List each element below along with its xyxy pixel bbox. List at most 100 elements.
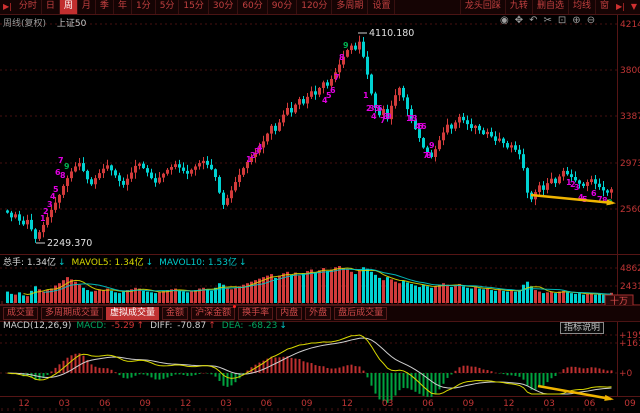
candlestick[interactable] [326, 82, 329, 85]
volume-bar[interactable] [94, 291, 97, 303]
tool-button-窗[interactable]: 窗 [595, 0, 613, 14]
volume-bar[interactable] [142, 291, 145, 303]
candlestick[interactable] [606, 190, 609, 192]
candlestick[interactable] [554, 179, 557, 183]
volume-bar[interactable] [598, 294, 601, 303]
volume-bar[interactable] [582, 295, 585, 303]
volume-bar[interactable] [482, 289, 485, 303]
volume-bar[interactable] [438, 285, 441, 303]
candlestick[interactable] [162, 174, 165, 178]
volume-bar[interactable] [326, 271, 329, 303]
candlestick[interactable] [346, 50, 349, 57]
candlestick[interactable] [110, 165, 113, 170]
candlestick[interactable] [566, 171, 569, 174]
candlestick[interactable] [482, 130, 485, 134]
candlestick[interactable] [102, 169, 105, 173]
volume-bar[interactable] [298, 276, 301, 303]
candlestick[interactable] [454, 122, 457, 128]
main-candlestick-chart[interactable]: 4214380033872973256048622431+195.4+161.4… [0, 0, 640, 413]
volume-bar[interactable] [6, 292, 9, 303]
volume-bar[interactable] [310, 270, 313, 303]
tab-金额[interactable]: 金额 [162, 307, 188, 320]
candlestick[interactable] [350, 46, 353, 50]
volume-bar[interactable] [90, 292, 93, 303]
period-tab-90分[interactable]: 90分 [268, 0, 297, 14]
volume-bar[interactable] [334, 267, 337, 303]
candlestick[interactable] [358, 42, 361, 50]
volume-bar[interactable] [178, 291, 181, 303]
period-tab-日[interactable]: 日 [42, 0, 60, 14]
volume-bar[interactable] [26, 296, 29, 303]
candlestick[interactable] [42, 225, 45, 232]
candlestick[interactable] [494, 136, 497, 140]
candlestick[interactable] [330, 79, 333, 86]
candlestick[interactable] [202, 161, 205, 163]
volume-bar[interactable] [470, 289, 473, 303]
candlestick[interactable] [302, 99, 305, 103]
volume-bar[interactable] [86, 290, 89, 303]
volume-bar[interactable] [458, 284, 461, 303]
volume-bar[interactable] [558, 292, 561, 303]
candlestick[interactable] [490, 132, 493, 136]
volume-bar[interactable] [478, 289, 481, 303]
candlestick[interactable] [86, 171, 89, 179]
indicator-help-button[interactable]: 指标说明 [560, 322, 604, 334]
tool-button-删自选[interactable]: 删自选 [532, 0, 568, 14]
volume-bar[interactable] [230, 289, 233, 303]
candlestick[interactable] [278, 122, 281, 130]
candlestick[interactable] [506, 143, 509, 147]
period-tab-60分[interactable]: 60分 [238, 0, 267, 14]
volume-bar[interactable] [218, 283, 221, 303]
volume-bar[interactable] [234, 288, 237, 303]
volume-bar[interactable] [402, 281, 405, 303]
candlestick[interactable] [114, 170, 117, 175]
volume-bar[interactable] [574, 294, 577, 303]
volume-bar[interactable] [362, 267, 365, 303]
candlestick[interactable] [106, 165, 109, 168]
volume-bar[interactable] [58, 283, 61, 303]
volume-bar[interactable] [338, 266, 341, 303]
candlestick[interactable] [394, 95, 397, 106]
volume-bar[interactable] [302, 273, 305, 303]
candlestick[interactable] [210, 165, 213, 169]
volume-bar[interactable] [526, 282, 529, 303]
candlestick[interactable] [562, 171, 565, 177]
candlestick[interactable] [18, 214, 21, 220]
candlestick[interactable] [66, 178, 69, 186]
candlestick[interactable] [6, 210, 9, 212]
volume-bar[interactable] [122, 292, 125, 303]
candlestick[interactable] [214, 169, 217, 177]
volume-bar[interactable] [70, 279, 73, 303]
candlestick[interactable] [14, 214, 17, 217]
volume-bar[interactable] [294, 273, 297, 303]
candlestick[interactable] [294, 105, 297, 113]
period-tab-年[interactable]: 年 [114, 0, 132, 14]
volume-bar[interactable] [398, 283, 401, 303]
candlestick[interactable] [206, 161, 209, 165]
candlestick[interactable] [22, 221, 25, 225]
candlestick[interactable] [170, 167, 173, 170]
volume-bar[interactable] [146, 292, 149, 303]
period-tab-分时[interactable]: 分时 [15, 0, 42, 14]
volume-bar[interactable] [566, 292, 569, 303]
volume-bar[interactable] [550, 292, 553, 303]
volume-bar[interactable] [270, 274, 273, 303]
volume-bar[interactable] [454, 285, 457, 303]
volume-bar[interactable] [390, 279, 393, 303]
period-tab-季[interactable]: 季 [96, 0, 114, 14]
candlestick[interactable] [406, 97, 409, 109]
volume-bar[interactable] [330, 270, 333, 303]
candlestick[interactable] [58, 195, 61, 203]
candlestick[interactable] [466, 120, 469, 124]
candlestick[interactable] [398, 88, 401, 95]
volume-bar[interactable] [154, 293, 157, 303]
candlestick[interactable] [98, 173, 101, 178]
candlestick[interactable] [198, 163, 201, 166]
volume-bar[interactable] [494, 291, 497, 303]
candlestick[interactable] [222, 193, 225, 205]
candlestick[interactable] [450, 125, 453, 129]
volume-bar[interactable] [514, 292, 517, 303]
volume-bar[interactable] [66, 277, 69, 303]
volume-bar[interactable] [462, 286, 465, 303]
volume-bar[interactable] [98, 289, 101, 303]
